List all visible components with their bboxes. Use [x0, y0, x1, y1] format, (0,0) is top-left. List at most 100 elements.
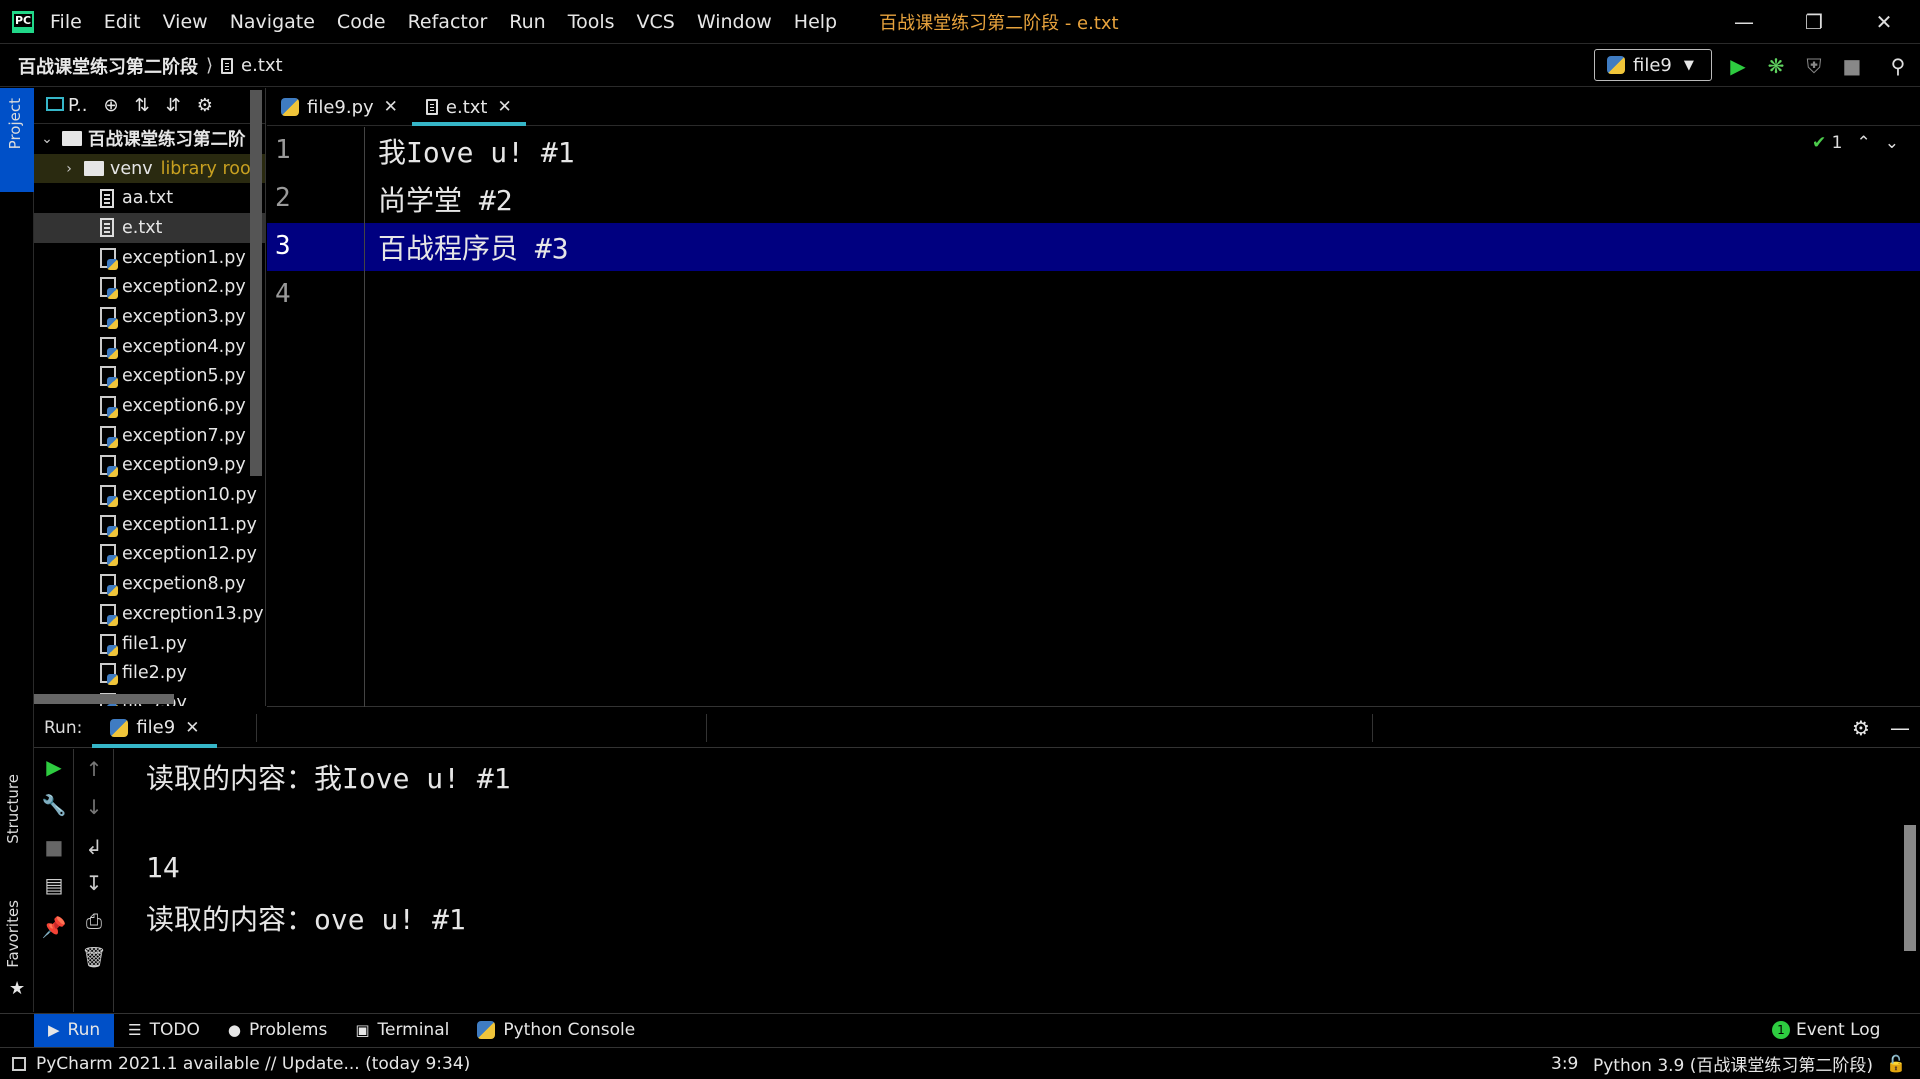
tool-label: Python Console: [503, 1020, 636, 1040]
tree-item-file[interactable]: exception2.py: [34, 272, 265, 302]
tree-item-file[interactable]: exception5.py: [34, 362, 265, 392]
stop-icon[interactable]: ■: [34, 835, 74, 859]
pin-icon[interactable]: 📌: [34, 915, 74, 939]
menu-refactor[interactable]: Refactor: [408, 11, 488, 33]
close-tab-icon[interactable]: ✕: [384, 97, 398, 117]
tree-item-file[interactable]: exception12.py: [34, 540, 265, 570]
tool-label: Event Log: [1796, 1020, 1881, 1040]
wrench-icon[interactable]: 🔧: [34, 793, 74, 817]
search-everywhere-button[interactable]: ⚲: [1885, 53, 1911, 79]
menu-run[interactable]: Run: [509, 11, 545, 33]
menu-code[interactable]: Code: [337, 11, 386, 33]
run-tab-file9[interactable]: file9 ✕: [92, 708, 218, 748]
console-scrollbar[interactable]: [1904, 825, 1916, 951]
status-message[interactable]: PyCharm 2021.1 available // Update... (t…: [36, 1054, 470, 1074]
chevron-down-icon[interactable]: ⌄: [1885, 133, 1899, 153]
breadcrumb-project[interactable]: 百战课堂练习第二阶段: [18, 53, 198, 79]
navigation-bar: 百战课堂练习第二阶段 ⟩ e.txt file9 ▼ ▶ ❋ ⛨ ■ ⚲: [0, 45, 1920, 87]
caret-position[interactable]: 3:9: [1551, 1054, 1578, 1074]
run-tool-button[interactable]: ▶ Run: [34, 1013, 115, 1047]
tree-item-file[interactable]: file2.py: [34, 658, 265, 688]
restore-button[interactable]: ❐: [1786, 0, 1842, 44]
tree-item-file[interactable]: exception4.py: [34, 332, 265, 362]
menu-help[interactable]: Help: [794, 11, 837, 33]
collapse-all-icon[interactable]: ⇵: [166, 95, 181, 116]
tree-item-file-selected[interactable]: e.txt: [34, 213, 265, 243]
close-window-button[interactable]: ✕: [1856, 0, 1912, 44]
project-scrollbar-vertical[interactable]: [250, 90, 262, 476]
menu-file[interactable]: File: [50, 11, 82, 33]
hide-panel-icon[interactable]: —: [1890, 716, 1910, 740]
code-editor[interactable]: 我Iove u! #1 尚学堂 #2 百战程序员 #3 1 2 3 4 ✔ 1 …: [267, 127, 1920, 707]
code-line[interactable]: [267, 271, 1920, 319]
project-tool-tab[interactable]: Project: [0, 88, 34, 192]
todo-tool-button[interactable]: ☰ TODO: [114, 1014, 214, 1047]
tree-item-file[interactable]: aa.txt: [34, 183, 265, 213]
python-console-tool-button[interactable]: Python Console: [463, 1014, 649, 1047]
trash-icon[interactable]: 🗑: [74, 945, 114, 969]
scroll-to-end-icon[interactable]: ↧: [74, 871, 114, 895]
arrow-down-icon[interactable]: ↓: [74, 795, 114, 819]
tree-item-file[interactable]: file1.py: [34, 629, 265, 659]
menu-window[interactable]: Window: [697, 11, 772, 33]
menu-view[interactable]: View: [163, 11, 208, 33]
print-icon[interactable]: ⎙: [74, 909, 114, 933]
tree-item-file[interactable]: exception6.py: [34, 391, 265, 421]
tree-item-file[interactable]: exception1.py: [34, 243, 265, 273]
tree-item-label: aa.txt: [122, 188, 174, 209]
line-number-current: 3: [275, 231, 291, 261]
tree-item-label: file1.py: [122, 633, 187, 654]
unlock-icon[interactable]: 🔓: [1886, 1054, 1906, 1073]
gear-icon[interactable]: ⚙: [197, 95, 213, 116]
tree-item-file[interactable]: exception3.py: [34, 302, 265, 332]
tree-item-file[interactable]: exception11.py: [34, 510, 265, 540]
code-line[interactable]: 我Iove u! #1: [267, 127, 1920, 175]
run-button[interactable]: ▶: [1725, 53, 1751, 79]
locate-icon[interactable]: ⊕: [104, 95, 119, 116]
soft-wrap-icon[interactable]: ↲: [74, 835, 114, 859]
code-line-current[interactable]: 百战程序员 #3: [267, 223, 1920, 271]
tree-root[interactable]: ⌄ 百战课堂练习第二阶: [34, 124, 265, 154]
favorites-tab[interactable]: Favorites: [4, 900, 22, 968]
project-scrollbar-horizontal[interactable]: [34, 694, 174, 704]
chevron-up-icon[interactable]: ⌃: [1856, 133, 1870, 153]
tree-item-file[interactable]: exception10.py: [34, 480, 265, 510]
tree-item-venv[interactable]: › venv library roo: [34, 153, 265, 184]
layout-icon[interactable]: ▤: [34, 873, 74, 897]
menu-tools[interactable]: Tools: [568, 11, 615, 33]
tree-item-file[interactable]: excpetion8.py: [34, 569, 265, 599]
rerun-icon[interactable]: ▶: [34, 755, 74, 779]
event-log-tool-button[interactable]: 1 Event Log: [1758, 1014, 1894, 1047]
minimize-button[interactable]: —: [1716, 0, 1772, 44]
close-icon: ✕: [1875, 10, 1893, 34]
run-configuration-selector[interactable]: file9 ▼: [1594, 49, 1712, 81]
project-tab-label: Project: [6, 98, 24, 150]
arrow-up-icon[interactable]: ↑: [74, 757, 114, 781]
coverage-button[interactable]: ⛨: [1801, 53, 1827, 79]
menu-vcs[interactable]: VCS: [637, 11, 675, 33]
gear-icon[interactable]: ⚙: [1852, 716, 1870, 740]
inspection-widget[interactable]: ✔ 1 ⌃ ⌄: [1812, 133, 1899, 153]
tree-item-file[interactable]: exception9.py: [34, 451, 265, 481]
code-line[interactable]: 尚学堂 #2: [267, 175, 1920, 223]
expand-all-icon[interactable]: ⇅: [135, 95, 150, 116]
tree-item-label: excreption13.py: [122, 603, 264, 624]
tree-item-label: venv: [110, 158, 153, 179]
close-tab-icon[interactable]: ✕: [498, 97, 512, 117]
tree-item-file[interactable]: exception7.py: [34, 421, 265, 451]
editor-tab-etxt[interactable]: e.txt ✕: [411, 88, 526, 126]
terminal-tool-button[interactable]: ▣ Terminal: [341, 1014, 463, 1047]
debug-button[interactable]: ❋: [1763, 53, 1789, 79]
tree-item-file[interactable]: excreption13.py: [34, 599, 265, 629]
stop-button[interactable]: ■: [1839, 53, 1865, 79]
tool-windows-toggle-icon[interactable]: [12, 1056, 26, 1071]
project-view-selector[interactable]: P..: [46, 95, 88, 116]
editor-tab-file9[interactable]: file9.py ✕: [267, 88, 412, 126]
close-tab-icon[interactable]: ✕: [185, 718, 199, 738]
menu-navigate[interactable]: Navigate: [230, 11, 315, 33]
problems-tool-button[interactable]: ● Problems: [214, 1014, 341, 1047]
python-interpreter[interactable]: Python 3.9 (百战课堂练习第二阶段): [1593, 1051, 1873, 1076]
menu-edit[interactable]: Edit: [104, 11, 141, 33]
breadcrumb-file[interactable]: e.txt: [241, 55, 283, 76]
structure-tab[interactable]: Structure: [4, 774, 22, 844]
